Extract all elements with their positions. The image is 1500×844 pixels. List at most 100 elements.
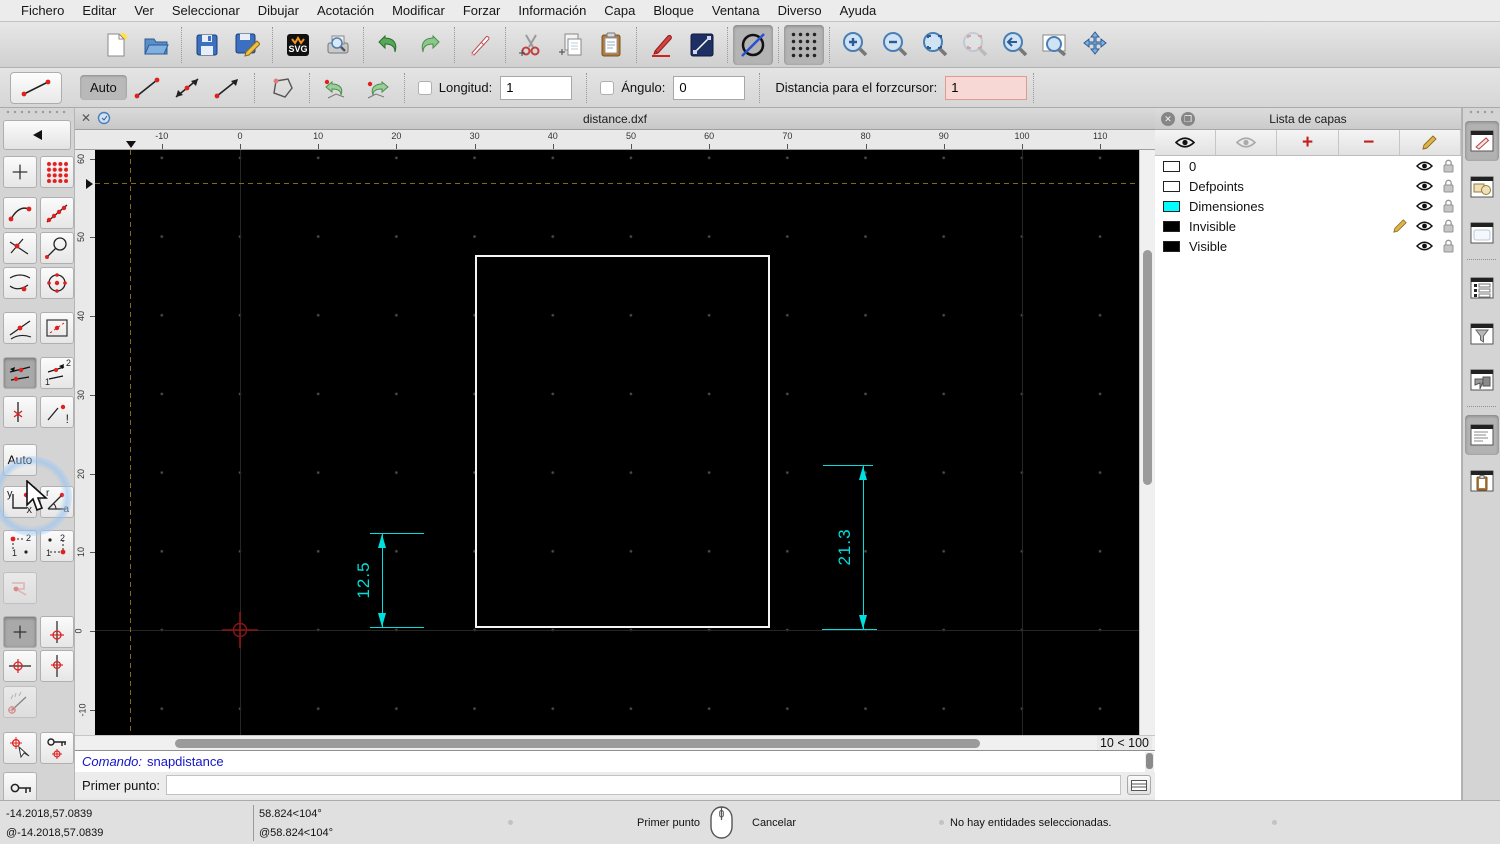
menu-bloque[interactable]: Bloque: [644, 3, 702, 18]
open-file-button[interactable]: [136, 25, 176, 65]
layer-color-swatch[interactable]: [1163, 180, 1180, 192]
layer-lock-icon[interactable]: [1442, 179, 1455, 193]
toggle-block-list-button[interactable]: [1465, 167, 1499, 207]
cut-button[interactable]: [511, 25, 551, 65]
line-two-points-button[interactable]: [127, 72, 167, 104]
add-layer-button[interactable]: +: [1277, 130, 1339, 155]
line-attributes-button[interactable]: [682, 25, 722, 65]
undo-segment-button[interactable]: [317, 72, 357, 104]
save-button[interactable]: [187, 25, 227, 65]
ortho-both-button[interactable]: [40, 616, 74, 648]
toggle-command-widget-button[interactable]: [1464, 415, 1499, 455]
copy-button[interactable]: [551, 25, 591, 65]
snap-distance-rect-button[interactable]: [40, 312, 74, 344]
grid-toggle-button[interactable]: [784, 24, 824, 65]
snap-tangent-button[interactable]: [40, 232, 74, 264]
delete-button[interactable]: [460, 25, 500, 65]
dock-drag-handle[interactable]: [1469, 110, 1494, 118]
zoom-redraw-button[interactable]: [995, 25, 1035, 65]
command-history-scrollbar-thumb[interactable]: [1146, 753, 1153, 769]
layer-color-swatch[interactable]: [1163, 220, 1180, 232]
draft-mode-button[interactable]: [733, 24, 773, 65]
zoom-out-button[interactable]: [875, 25, 915, 65]
redo-segment-button[interactable]: [357, 72, 397, 104]
layer-panel-close-button[interactable]: ✕: [1161, 112, 1175, 126]
edit-layer-button[interactable]: [1400, 130, 1462, 155]
layer-lock-icon[interactable]: [1442, 199, 1455, 213]
menu-capa[interactable]: Capa: [595, 3, 644, 18]
export-svg-button[interactable]: SVG: [278, 25, 318, 65]
snap-grid-button[interactable]: [40, 156, 74, 188]
ortho-off-button[interactable]: [3, 616, 37, 648]
vertical-scrollbar[interactable]: [1139, 150, 1155, 735]
snap-auto-dropdown[interactable]: Auto: [80, 75, 127, 100]
menu-diverso[interactable]: Diverso: [769, 3, 831, 18]
horizontal-scrollbar[interactable]: [95, 736, 1103, 751]
relative-points-button[interactable]: 1 2: [40, 530, 74, 562]
menu-editar[interactable]: Editar: [73, 3, 125, 18]
toggle-block-widget-button[interactable]: [1465, 360, 1499, 400]
ortho-vertical-button[interactable]: [40, 650, 74, 682]
zoom-in-button[interactable]: [835, 25, 875, 65]
snap-distance-point-button[interactable]: [3, 267, 37, 299]
layer-visibility-icon[interactable]: [1416, 240, 1433, 252]
menu-dibujar[interactable]: Dibujar: [249, 3, 308, 18]
snap-endpoints-button[interactable]: [3, 197, 37, 229]
hide-all-layers-button[interactable]: [1216, 130, 1278, 155]
layer-color-swatch[interactable]: [1163, 240, 1180, 252]
polyline-option-button[interactable]: [3, 572, 37, 604]
restrict-angle-button[interactable]: [3, 686, 37, 718]
layer-row-0[interactable]: 0: [1155, 156, 1461, 176]
show-all-layers-button[interactable]: [1155, 130, 1217, 155]
line-one-direction-button[interactable]: [207, 72, 247, 104]
angulo-input[interactable]: [673, 75, 746, 100]
zoom-auto-button[interactable]: [915, 25, 955, 65]
layer-visibility-icon[interactable]: [1416, 200, 1433, 212]
snap-intersection-manual-button[interactable]: [3, 357, 37, 389]
layer-row-defpoints[interactable]: Defpoints: [1155, 176, 1461, 196]
zoom-pan-button[interactable]: [1075, 25, 1115, 65]
layer-color-swatch[interactable]: [1163, 160, 1180, 172]
absolute-points-button[interactable]: 1 2: [3, 530, 37, 562]
layer-visibility-icon[interactable]: [1416, 160, 1433, 172]
redo-button[interactable]: [409, 25, 449, 65]
snap-middle-button[interactable]: [3, 312, 37, 344]
toggle-clipboard-widget-button[interactable]: [1465, 461, 1499, 501]
sidebar-drag-handle[interactable]: [6, 110, 68, 118]
snap-on-entity-button[interactable]: [40, 197, 74, 229]
close-polyline-button[interactable]: [262, 72, 302, 104]
restrict-nothing-button[interactable]: !: [40, 396, 74, 428]
layer-lock-icon[interactable]: [1442, 159, 1455, 173]
menu-seleccionar[interactable]: Seleccionar: [163, 3, 249, 18]
menu-ayuda[interactable]: Ayuda: [831, 3, 886, 18]
undo-button[interactable]: [369, 25, 409, 65]
new-file-button[interactable]: [96, 25, 136, 65]
layer-lock-icon[interactable]: [1442, 219, 1455, 233]
ortho-horizontal-button[interactable]: [3, 650, 37, 682]
menu-ver[interactable]: Ver: [125, 3, 163, 18]
vertical-scrollbar-thumb[interactable]: [1143, 250, 1152, 485]
snap-free-button[interactable]: [3, 156, 37, 188]
menu-acotacion[interactable]: Acotación: [308, 3, 383, 18]
lock-relative-zero-button[interactable]: [40, 732, 74, 764]
layer-visibility-icon[interactable]: [1416, 220, 1433, 232]
longitud-input[interactable]: [500, 75, 573, 100]
print-preview-button[interactable]: [318, 25, 358, 65]
angulo-checkbox[interactable]: [600, 80, 615, 95]
menu-modificar[interactable]: Modificar: [383, 3, 454, 18]
menu-fichero[interactable]: Fichero: [12, 3, 73, 18]
coord-auto-button[interactable]: Auto: [3, 444, 37, 476]
menu-informacion[interactable]: Información: [509, 3, 595, 18]
restrict-vertical-button[interactable]: [3, 396, 37, 428]
toggle-layer-filter-button[interactable]: [1465, 314, 1499, 354]
snap-back-button[interactable]: [3, 120, 71, 150]
zoom-previous-button[interactable]: [955, 25, 995, 65]
toggle-coordinate-widget-button[interactable]: [1465, 213, 1499, 253]
layer-color-swatch[interactable]: [1163, 200, 1180, 212]
toggle-library-browser-button[interactable]: [1464, 121, 1499, 161]
snap-center-button[interactable]: [40, 267, 74, 299]
keyboard-toggle-button[interactable]: [1127, 775, 1151, 795]
command-input[interactable]: [166, 775, 1121, 795]
line-both-directions-button[interactable]: [167, 72, 207, 104]
pen-edit-button[interactable]: [642, 25, 682, 65]
